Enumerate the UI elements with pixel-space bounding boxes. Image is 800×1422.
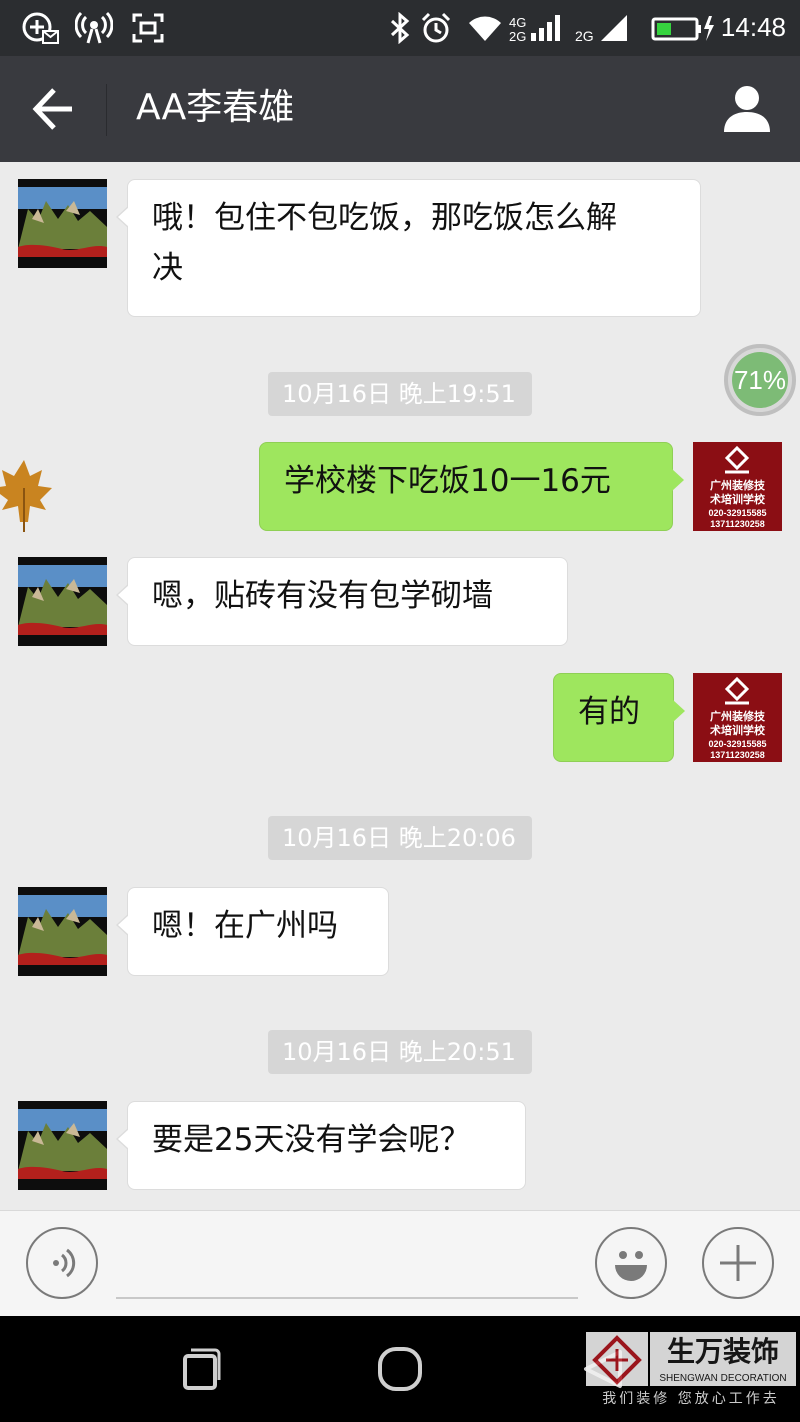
svg-text:2G: 2G: [509, 29, 526, 43]
chat-title: AA李春雄: [136, 87, 295, 128]
badge-percent: 71%: [733, 364, 787, 395]
input-bar: [0, 1210, 800, 1316]
message-text: 嗯，贴砖有没有包学砌墙: [152, 578, 493, 614]
watermark-title: 生万装饰: [650, 1332, 796, 1372]
wifi-icon: [466, 10, 504, 46]
alarm-icon: [418, 10, 454, 46]
message-timestamp: 10月16日 晚上20:06: [268, 816, 532, 860]
screenshot-icon: [130, 10, 166, 46]
message-input[interactable]: [116, 1297, 578, 1299]
contact-avatar[interactable]: [18, 887, 107, 976]
message-timestamp: 10月16日 晚上19:51: [268, 372, 532, 416]
voice-icon: [53, 1248, 76, 1278]
message-text: 有的: [578, 694, 640, 730]
avatar-text: 020-32915585: [708, 508, 766, 518]
message-text: 要是25天没有学会呢？: [152, 1122, 471, 1158]
avatar-text: 13711230258: [710, 519, 765, 529]
svg-text:4G: 4G: [509, 15, 526, 30]
plus-icon: [720, 1245, 756, 1281]
floating-speed-badge[interactable]: 71%: [724, 344, 796, 416]
back-arrow-icon: [32, 88, 72, 130]
contact-avatar[interactable]: [18, 1101, 107, 1190]
message-text: 决: [152, 250, 183, 286]
back-button[interactable]: [30, 86, 80, 132]
header-divider: [106, 84, 107, 136]
chat-info-button[interactable]: [722, 84, 772, 134]
message-text: 哦！包住不包吃饭，那吃饭怎么解: [152, 200, 617, 236]
recents-square-icon: [183, 1348, 221, 1390]
school-logo-icon: 广州装修技 术培训学校 020-32915585 13711230258: [693, 673, 782, 762]
recents-button[interactable]: [175, 1344, 225, 1394]
watermark-logo-icon: [586, 1332, 648, 1386]
contact-avatar[interactable]: [18, 179, 107, 268]
battery-charging-icon: [650, 10, 716, 46]
message-bubble-incoming[interactable]: 要是25天没有学会呢？: [116, 1101, 526, 1190]
watermark-subtitle: SHENGWAN DECORATION: [650, 1372, 796, 1386]
signal-2g-icon: 2G: [574, 10, 634, 46]
message-bubble-outgoing[interactable]: 学校楼下吃饭10一16元: [259, 442, 684, 531]
signal-4g-icon: 4G 2G: [508, 10, 568, 46]
avatar-text: 广州装修技: [710, 478, 766, 492]
message-timestamp: 10月16日 晚上20:51: [268, 1030, 532, 1074]
message-bubble-incoming[interactable]: 哦！包住不包吃饭，那吃饭怎么解 决: [116, 179, 701, 317]
clock-time: 14:48: [720, 12, 786, 42]
voice-button[interactable]: [26, 1227, 98, 1299]
watermark: 生万装饰 SHENGWAN DECORATION 我们装修 您放心工作去: [586, 1332, 796, 1410]
maple-leaf-icon: [0, 458, 54, 534]
home-circle-icon: [378, 1347, 422, 1391]
hotspot-icon: [74, 10, 114, 46]
home-button[interactable]: [375, 1344, 425, 1394]
avatar-text: 13711230258: [710, 750, 765, 760]
network-label: 2G: [575, 28, 594, 43]
watermark-slogan: 我们装修 您放心工作去: [602, 1391, 780, 1407]
my-avatar[interactable]: 广州装修技 术培训学校 020-32915585 13711230258: [693, 673, 782, 762]
bluetooth-icon: [386, 10, 414, 46]
chat-header: AA李春雄: [0, 56, 800, 162]
emoji-icon: [615, 1251, 647, 1281]
emoji-button[interactable]: [595, 1227, 667, 1299]
more-button[interactable]: [702, 1227, 774, 1299]
contact-avatar[interactable]: [18, 557, 107, 646]
app-notification-icon: [20, 10, 60, 46]
person-icon: [724, 86, 770, 132]
avatar-text: 广州装修技: [710, 709, 766, 723]
status-bar: 4G 2G 2G 14:48: [0, 0, 800, 56]
message-text: 嗯！在广州吗: [152, 908, 338, 944]
my-avatar[interactable]: 广州装修技 术培训学校 020-32915585 13711230258: [693, 442, 782, 531]
school-logo-icon: 广州装修技 术培训学校 020-32915585 13711230258: [693, 442, 782, 531]
avatar-text: 术培训学校: [709, 492, 766, 506]
message-bubble-outgoing[interactable]: 有的: [553, 673, 685, 762]
avatar-text: 020-32915585: [708, 739, 766, 749]
avatar-text: 术培训学校: [709, 723, 766, 737]
message-bubble-incoming[interactable]: 嗯，贴砖有没有包学砌墙: [116, 557, 568, 646]
message-bubble-incoming[interactable]: 嗯！在广州吗: [116, 887, 389, 976]
message-text: 学校楼下吃饭10一16元: [284, 463, 611, 499]
message-list[interactable]: 哦！包住不包吃饭，那吃饭怎么解 决 71% 10月16日 晚上19:51 学校楼…: [0, 162, 800, 1210]
